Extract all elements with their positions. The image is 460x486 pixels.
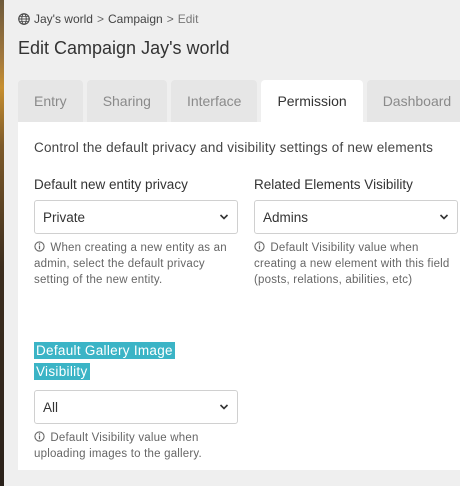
gallery-visibility-value: All — [43, 399, 59, 415]
tab-interface[interactable]: Interface — [170, 80, 258, 122]
breadcrumb-separator: > — [96, 12, 104, 26]
entity-privacy-label: Default new entity privacy — [34, 177, 188, 192]
tab-bar: Entry Sharing Interface Permission Dashb… — [18, 80, 460, 122]
gallery-visibility-field: Default Gallery Image Visibility All Def… — [34, 340, 238, 462]
chevron-down-icon — [439, 214, 449, 220]
related-visibility-field: Related Elements Visibility Admins Defau… — [254, 177, 458, 288]
gallery-visibility-label: Default Gallery Image Visibility — [34, 342, 175, 380]
tab-dashboard[interactable]: Dashboard — [366, 80, 460, 122]
breadcrumb-current: Edit — [177, 12, 199, 26]
permission-panel: Control the default privacy and visibili… — [18, 122, 460, 470]
chevron-down-icon — [219, 404, 229, 410]
related-visibility-help-text: Default Visibility value when creating a… — [254, 242, 450, 286]
tab-sharing[interactable]: Sharing — [86, 80, 167, 122]
tab-permission[interactable]: Permission — [261, 80, 363, 122]
globe-icon — [18, 13, 30, 25]
breadcrumb-world-link[interactable]: Jay's world — [34, 12, 93, 26]
entity-privacy-select[interactable]: Private — [34, 200, 238, 234]
gallery-visibility-help-text: Default Visibility value when uploading … — [34, 432, 202, 460]
related-visibility-help: Default Visibility value when creating a… — [254, 240, 458, 288]
related-visibility-select[interactable]: Admins — [254, 200, 458, 234]
gallery-visibility-select[interactable]: All — [34, 390, 238, 424]
entity-privacy-help-text: When creating a new entity as an admin, … — [34, 242, 227, 286]
related-visibility-label: Related Elements Visibility — [254, 177, 413, 192]
info-circle-icon — [34, 241, 45, 252]
breadcrumb-campaign-link[interactable]: Campaign — [108, 12, 163, 26]
gallery-visibility-help: Default Visibility value when uploading … — [34, 430, 238, 462]
breadcrumb-separator: > — [166, 12, 174, 26]
chevron-down-icon — [219, 214, 229, 220]
related-visibility-value: Admins — [263, 209, 309, 225]
breadcrumb: Jay's world > Campaign > Edit — [18, 12, 198, 26]
gallery-visibility-label-wrap: Default Gallery Image Visibility — [34, 340, 194, 382]
tab-entry[interactable]: Entry — [18, 80, 83, 122]
info-circle-icon — [34, 431, 45, 442]
permission-intro: Control the default privacy and visibili… — [34, 140, 434, 155]
background-image-strip — [0, 0, 4, 486]
entity-privacy-field: Default new entity privacy Private When … — [34, 177, 238, 288]
entity-privacy-value: Private — [43, 209, 86, 225]
info-circle-icon — [254, 241, 265, 252]
page-title: Edit Campaign Jay's world — [18, 38, 230, 58]
entity-privacy-help: When creating a new entity as an admin, … — [34, 240, 238, 288]
